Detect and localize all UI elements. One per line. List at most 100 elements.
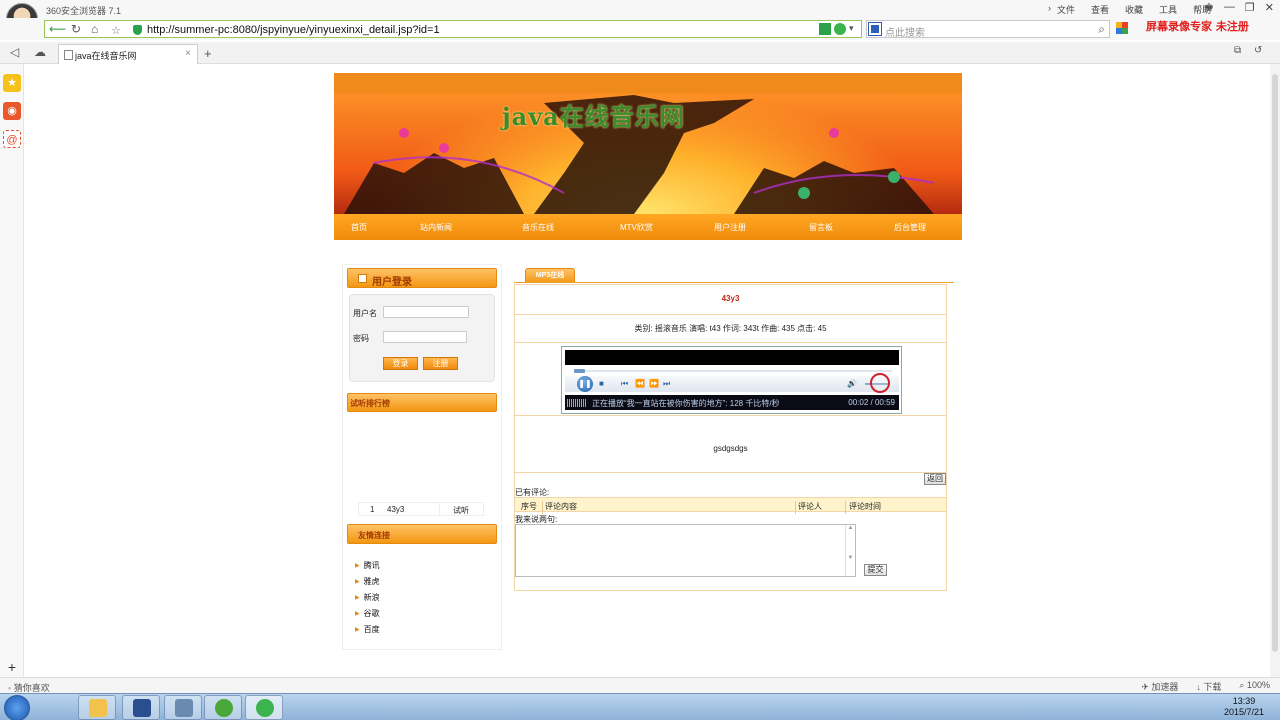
download-tool[interactable]: ↓ 下载 — [1196, 680, 1221, 693]
tab-close-icon[interactable]: × — [185, 48, 191, 59]
rank-listen-link[interactable]: 试听 — [453, 505, 469, 516]
menu-view[interactable]: 查看 — [1091, 3, 1109, 16]
system-clock[interactable]: 13:39 2015/7/21 — [1224, 696, 1264, 718]
site-banner: java在线音乐网 — [334, 73, 962, 214]
media-player: ❚❚ ■ ⏮ ⏪ ⏩ ⏭ 🔊 正在播放“我一直站在被你伤害的地方”: 128 千… — [561, 346, 902, 414]
taskbar-app-s[interactable] — [122, 695, 160, 720]
add-sidebar-icon[interactable]: + — [3, 658, 21, 676]
seek-fill — [574, 369, 585, 373]
download-label[interactable]: 下载 — [1203, 682, 1221, 692]
player-screen — [565, 350, 899, 365]
tab-list-icon[interactable]: ⧉ — [1234, 45, 1241, 56]
nav-home[interactable]: 首页 — [351, 222, 367, 233]
submit-button[interactable]: 提交 — [864, 564, 887, 576]
search-icon[interactable]: ⌕ — [1098, 22, 1105, 37]
tab-mp3-online[interactable]: MP3在线 — [525, 268, 575, 283]
url-text[interactable]: http://summer-pc:8080/jspyinyue/yinyuexi… — [147, 24, 440, 36]
browser-menu: › 文件 查看 收藏 工具 帮助 — [1048, 3, 1227, 16]
link-text[interactable]: 腾讯 — [364, 561, 380, 570]
link-text[interactable]: 新浪 — [364, 593, 380, 602]
rank-song-name[interactable]: 43y3 — [387, 505, 404, 514]
link-baidu[interactable]: ▶ 百度 — [355, 624, 380, 635]
taskbar-browser[interactable] — [204, 695, 242, 720]
menu-favorites[interactable]: 收藏 — [1125, 3, 1143, 16]
mail-icon[interactable]: @ — [3, 130, 21, 148]
address-bar[interactable]: ⟵ ↻ ⌂ ☆ http://summer-pc:8080/jspyinyue/… — [44, 20, 862, 38]
link-text[interactable]: 百度 — [364, 625, 380, 634]
col-time: 评论时间 — [849, 502, 881, 511]
back-button[interactable]: 返回 — [924, 473, 946, 485]
comment-textarea[interactable]: ▲ ▼ — [515, 524, 856, 577]
taskbar-360-browser[interactable] — [245, 695, 283, 720]
link-tencent[interactable]: ▶ 腾讯 — [355, 560, 380, 571]
nav-guestbook[interactable]: 留言板 — [809, 222, 833, 233]
start-button[interactable] — [4, 695, 30, 720]
volume-knob-highlight[interactable] — [870, 373, 890, 393]
seek-bar[interactable] — [574, 369, 892, 373]
skin-icon[interactable]: ♚ — [1204, 1, 1214, 14]
menu-file[interactable]: 文件 — [1057, 3, 1075, 16]
search-engine-icon[interactable] — [868, 22, 882, 36]
link-google[interactable]: ▶ 谷歌 — [355, 608, 380, 619]
restore-tab-icon[interactable]: ↺ — [1254, 45, 1262, 56]
favorites-star-icon[interactable]: ★ — [3, 74, 21, 92]
link-sina[interactable]: ▶ 新浪 — [355, 592, 380, 603]
cloud-icon[interactable]: ☁ — [34, 45, 46, 59]
new-tab-button[interactable]: + — [204, 46, 212, 61]
username-input[interactable] — [383, 306, 469, 318]
search-box[interactable]: 点此搜索 ⌕ — [866, 20, 1110, 39]
nav-admin[interactable]: 后台管理 — [894, 222, 926, 233]
sidebar-toggle-icon[interactable]: ◁ — [10, 45, 19, 59]
nav-music-online[interactable]: 音乐在线 — [522, 222, 554, 233]
nav-mtv[interactable]: MTV欣赏 — [620, 222, 653, 233]
browser-name: 360安全浏览器 7.1 — [46, 6, 122, 16]
textarea-scrollbar[interactable]: ▲ ▼ — [845, 525, 855, 576]
divider — [514, 415, 947, 416]
ranking-row: 1 43y3 试听 — [358, 502, 484, 516]
zoom-level[interactable]: ⌕ 100% — [1239, 680, 1270, 693]
menu-tools[interactable]: 工具 — [1159, 3, 1177, 16]
scrollbar-thumb[interactable] — [1272, 74, 1278, 652]
maximize-button[interactable]: ❐ — [1245, 1, 1255, 14]
speedup-tool[interactable]: ✈ 加速器 — [1141, 680, 1178, 693]
pause-button[interactable]: ❚❚ — [577, 376, 593, 392]
tab-active[interactable]: java在线音乐网 × — [58, 44, 198, 64]
song-title: 43y3 — [721, 294, 740, 303]
bookmark-star-icon[interactable]: ☆ — [111, 24, 121, 37]
page-scrollbar[interactable] — [1270, 64, 1280, 677]
link-text[interactable]: 雅虎 — [364, 577, 380, 586]
minimize-button[interactable]: — — [1224, 1, 1235, 14]
back-arrow-icon[interactable]: ⟵ — [49, 22, 66, 36]
register-button[interactable]: 注册 — [423, 357, 458, 370]
taskbar-explorer[interactable] — [78, 695, 116, 720]
home-icon[interactable]: ⌂ — [91, 22, 98, 36]
stop-icon[interactable]: ■ — [599, 379, 604, 388]
address-dropdown-icon[interactable]: ▾ — [849, 23, 861, 35]
compat-mode-icon[interactable] — [819, 23, 831, 35]
link-yahoo[interactable]: ▶ 雅虎 — [355, 576, 380, 587]
refresh-icon[interactable]: ↻ — [71, 22, 81, 36]
speedup-label[interactable]: 加速器 — [1151, 682, 1178, 692]
zoom-label[interactable]: 100% — [1247, 680, 1270, 690]
taskbar-network[interactable] — [164, 695, 202, 720]
next-icon[interactable]: ⏭ — [663, 379, 670, 389]
browser-titlebar: 360安全浏览器 7.1 › 文件 查看 收藏 工具 帮助 ♚ — ❐ ✕ — [0, 0, 1280, 18]
previous-icon[interactable]: ⏮ — [621, 379, 628, 389]
link-text[interactable]: 谷歌 — [364, 609, 380, 618]
volume-icon[interactable]: 🔊 — [847, 379, 857, 388]
login-button[interactable]: 登录 — [383, 357, 418, 370]
nav-news[interactable]: 站内新闻 — [420, 222, 452, 233]
menu-arrow-icon[interactable]: › — [1048, 3, 1051, 16]
browser-navbar: ⟵ ↻ ⌂ ☆ http://summer-pc:8080/jspyinyue/… — [0, 18, 1280, 40]
close-window-button[interactable]: ✕ — [1265, 1, 1274, 14]
fast-forward-icon[interactable]: ⏩ — [649, 379, 659, 388]
apps-grid-icon[interactable] — [1116, 22, 1128, 34]
recommend-text[interactable]: 猜你喜欢 — [14, 683, 50, 693]
weibo-icon[interactable]: ◉ — [3, 102, 21, 120]
player-controls: ❚❚ ■ ⏮ ⏪ ⏩ ⏭ 🔊 — [565, 373, 899, 393]
password-input[interactable] — [383, 331, 467, 343]
nav-register[interactable]: 用户注册 — [714, 222, 746, 233]
speed-mode-icon[interactable] — [834, 23, 846, 35]
clock-time: 13:39 — [1232, 696, 1256, 706]
rewind-icon[interactable]: ⏪ — [635, 379, 645, 388]
